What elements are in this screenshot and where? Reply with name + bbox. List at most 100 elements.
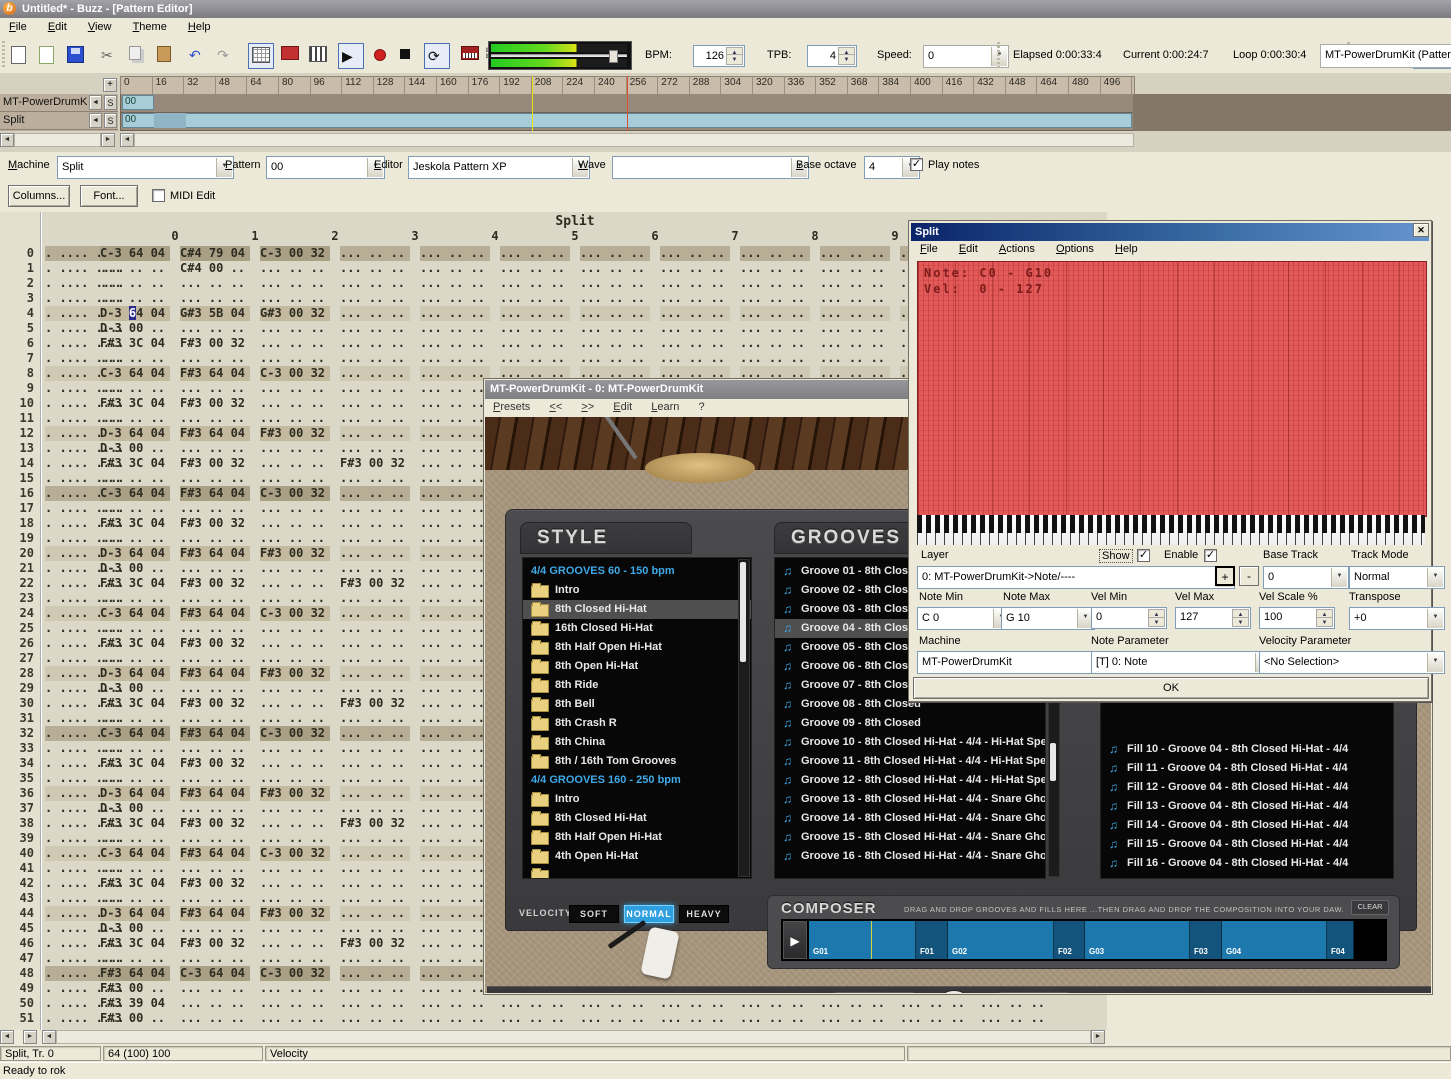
pattern-cell[interactable]: ... .. ..	[340, 396, 410, 411]
pattern-cell[interactable]: ... .. ..	[260, 951, 330, 966]
pattern-cell[interactable]: ... .. ..	[660, 261, 730, 276]
piano-icon[interactable]	[458, 43, 482, 67]
loop-button[interactable]: ⟳	[424, 43, 450, 69]
pattern-cell[interactable]: F#3 3C 04	[100, 336, 170, 351]
pattern-cell[interactable]: ... .. ..	[900, 996, 970, 1011]
pattern-cell[interactable]: ... .. ..	[340, 1011, 410, 1026]
pattern-cell[interactable]: D-3 64 04	[100, 666, 170, 681]
pattern-cell[interactable]: ... .. ..	[420, 516, 490, 531]
pattern-cell[interactable]: ... .. ..	[260, 831, 330, 846]
pattern-dropdown[interactable]: 00▼	[266, 156, 385, 179]
add-track-button[interactable]: +	[103, 78, 117, 92]
pattern-cell[interactable]: C-3 64 04	[180, 966, 250, 981]
groove-item[interactable]: ♫Groove 14 - 8th Closed Hi-Hat - 4/4 - S…	[775, 809, 1045, 828]
pattern-cell[interactable]: F#3 64 04	[180, 846, 250, 861]
grooves-button[interactable]: GROOVES	[990, 992, 1078, 993]
pattern-cell[interactable]: F#3 00 32	[180, 876, 250, 891]
pattern-cell[interactable]: ... .. ..	[420, 561, 490, 576]
editor-dropdown[interactable]: Jeskola Pattern XP▼	[408, 156, 590, 179]
fill-item[interactable]: ♫Fill 10 - Groove 04 - 8th Closed Hi-Hat…	[1101, 740, 1393, 759]
piano-keyboard[interactable]	[917, 515, 1425, 545]
drumkit-play-button[interactable]: ▶	[934, 990, 974, 993]
pattern-cell[interactable]: ... .. ..	[820, 336, 890, 351]
style-folder-item[interactable]: 8th Half Open Hi-Hat	[523, 638, 751, 657]
pattern-cell[interactable]: F#3 3C 04	[100, 696, 170, 711]
pattern-cell[interactable]: ... .. ..	[260, 441, 330, 456]
note-parameter-dropdown[interactable]: [T] 0: Note▼	[1091, 651, 1273, 674]
pattern-cell[interactable]: ... .. ..	[340, 876, 410, 891]
columns-button[interactable]: Columns...	[8, 185, 70, 207]
pattern-cell[interactable]: ... .. ..	[180, 831, 250, 846]
pattern-cell[interactable]: ... .. ..	[420, 426, 490, 441]
pattern-cell[interactable]: ... .. ..	[180, 501, 250, 516]
pattern-cell[interactable]: ... .. ..	[740, 291, 810, 306]
pattern-cell[interactable]: ... .. ..	[180, 276, 250, 291]
pattern-cell[interactable]: ... .. ..	[260, 651, 330, 666]
pattern-cell[interactable]: ... .. ..	[260, 861, 330, 876]
paste-icon[interactable]	[154, 43, 178, 67]
pattern-cell[interactable]: ... .. ..	[660, 321, 730, 336]
pattern-cell[interactable]: ... .. ..	[260, 996, 330, 1011]
pattern-cell[interactable]: ... .. ..	[260, 711, 330, 726]
pattern-cell[interactable]: C-3 64 04	[100, 366, 170, 381]
pattern-cell[interactable]: F#3 00 32	[260, 426, 330, 441]
bpm-field[interactable]: 126 ▲ ▼	[693, 45, 745, 67]
style-list-scrollbar[interactable]	[738, 559, 750, 877]
cut-icon[interactable]: ✂	[98, 43, 122, 67]
pattern-cell[interactable]: ... .. ..	[580, 996, 650, 1011]
style-folder-item[interactable]: 8th Crash R	[523, 714, 751, 733]
pattern-cell[interactable]: F#3 00 32	[180, 396, 250, 411]
pattern-cell[interactable]: ... .. ..	[180, 321, 250, 336]
pattern-cell[interactable]: ... .. ..	[500, 276, 570, 291]
vel-min-field[interactable]: 0 ▲ ▼	[1091, 607, 1167, 629]
pattern-cell[interactable]: ... .. ..	[340, 966, 410, 981]
pattern-cell[interactable]: ... .. ..	[260, 891, 330, 906]
pattern-cell[interactable]: F#3 64 04	[180, 726, 250, 741]
pattern-cell[interactable]: F#3 00 32	[260, 906, 330, 921]
pattern-cell[interactable]: ... .. ..	[420, 636, 490, 651]
pattern-cell[interactable]: ... .. ..	[340, 981, 410, 996]
pattern-cell[interactable]: ... .. ..	[340, 831, 410, 846]
pattern-cell[interactable]: F#3 64 04	[180, 906, 250, 921]
edit-menu[interactable]: Edit	[605, 399, 640, 413]
pattern-cell[interactable]: ... .. ..	[420, 531, 490, 546]
tpb-down-button[interactable]: ▼	[838, 54, 855, 65]
pattern-cell[interactable]: C#4 00 ..	[180, 261, 250, 276]
composer-segment-g04[interactable]: G04	[1222, 921, 1327, 959]
pattern-cell[interactable]: F#3 00 32	[180, 456, 250, 471]
pattern-block[interactable]: 00	[122, 95, 154, 110]
vel-max-down[interactable]: ▼	[1232, 617, 1249, 627]
pattern-cell[interactable]: C-3 64 04	[100, 606, 170, 621]
pattern-cell[interactable]: ... .. ..	[900, 1011, 970, 1026]
pattern-cell[interactable]: ... .. ..	[340, 561, 410, 576]
pattern-cell[interactable]: ... .. ..	[580, 321, 650, 336]
menu-help[interactable]: Help	[179, 18, 220, 37]
pattern-cell[interactable]: ... .. ..	[260, 411, 330, 426]
pattern-cell[interactable]: ... .. ..	[420, 771, 490, 786]
note-min-dropdown[interactable]: C 0▼	[917, 607, 1011, 630]
help-menu[interactable]: ?	[691, 399, 713, 413]
pattern-cell[interactable]: ... .. ..	[340, 786, 410, 801]
pattern-cell[interactable]: ... .. ..	[180, 591, 250, 606]
style-folder-item[interactable]: 8th Closed Hi-Hat	[523, 600, 751, 619]
style-folder-item[interactable]: 4th Open Hi-Hat	[523, 847, 751, 866]
pattern-cell[interactable]: ... .. ..	[340, 621, 410, 636]
pattern-cell[interactable]: F#3 00 32	[180, 576, 250, 591]
pattern-cell[interactable]: ... .. ..	[260, 921, 330, 936]
track-mode-dropdown[interactable]: Normal▼	[1349, 566, 1445, 589]
pattern-cell[interactable]: ... .. ..	[580, 336, 650, 351]
pattern-cell[interactable]: ... .. ..	[740, 351, 810, 366]
menu-view[interactable]: View	[79, 18, 121, 37]
pattern-cell[interactable]: ... .. ..	[260, 741, 330, 756]
pattern-cell[interactable]: ... .. ..	[420, 906, 490, 921]
pattern-cell[interactable]: ... .. ..	[580, 291, 650, 306]
pattern-scroll-right[interactable]: ►	[1091, 1030, 1105, 1044]
pattern-cell[interactable]: ... .. ..	[340, 321, 410, 336]
volume-slider-thumb[interactable]	[609, 50, 618, 63]
track-solo-button[interactable]: S	[104, 95, 117, 110]
pattern-cell[interactable]: ... .. ..	[500, 306, 570, 321]
stop-button[interactable]	[394, 43, 418, 67]
pattern-cell[interactable]: ... .. ..	[500, 261, 570, 276]
fill-item[interactable]: ♫Fill 15 - Groove 04 - 8th Closed Hi-Hat…	[1101, 835, 1393, 854]
pattern-cell[interactable]: ... .. ..	[180, 921, 250, 936]
